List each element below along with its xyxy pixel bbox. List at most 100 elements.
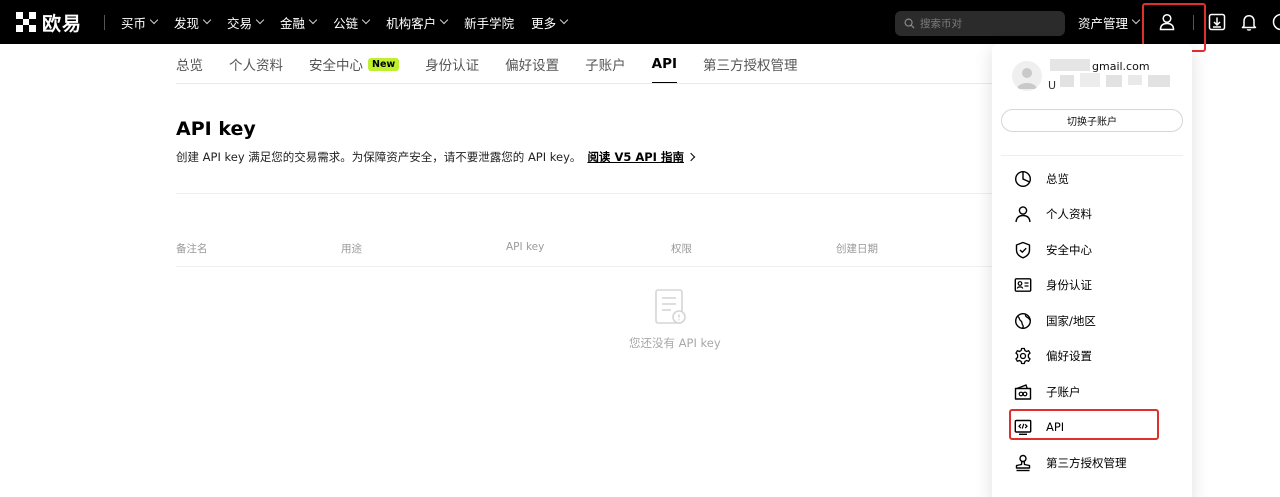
nav-item-academy[interactable]: 新手学院 [464,13,514,32]
stamp-icon [1014,454,1032,472]
tab-api[interactable]: API [651,44,678,84]
empty-document-icon [655,289,687,325]
chevron-down-icon [202,15,212,25]
blurred-uid [1080,73,1100,87]
nav-item-chain[interactable]: 公链 [333,13,371,32]
table-header-api-key: API key [506,241,545,253]
logo[interactable]: 欧易 [16,11,83,35]
api-guide-link[interactable]: 阅读 V5 API 指南 [587,149,684,165]
table-header-permissions: 权限 [671,243,692,255]
menu-item-preferences[interactable]: 偏好设置 [1014,346,1092,366]
chevron-right-icon [686,152,696,162]
menu-item-third-party-auth[interactable]: 第三方授权管理 [1014,453,1127,473]
chevron-down-icon [149,15,159,25]
tab-label: 子账户 [585,58,626,74]
tab-label: 安全中心 [309,58,363,74]
tab-profile[interactable]: 个人资料 [229,44,283,84]
nav-item-label: 公链 [333,15,359,31]
top-navbar: 欧易 买币 发现 交易 金融 公链 机构客户 新手学院 更多 资产管理 [0,0,1280,44]
nav-item-finance[interactable]: 金融 [280,13,318,32]
menu-item-country[interactable]: 国家/地区 [1014,311,1096,331]
menu-item-label: 偏好设置 [1046,349,1092,363]
menu-item-security[interactable]: 安全中心 [1014,240,1092,260]
user-icon [1014,205,1032,223]
bell-icon[interactable] [1239,12,1259,32]
chevron-down-icon [308,15,318,25]
id-card-icon [1014,276,1032,294]
menu-item-label: 安全中心 [1046,243,1092,257]
new-badge: New [368,57,400,71]
blurred-uid [1128,75,1142,85]
tab-preferences[interactable]: 偏好设置 [505,44,559,84]
dropdown-divider [1001,155,1183,156]
account-tabs: 总览 个人资料 安全中心 New 身份认证 偏好设置 子账户 API 第三方授权管… [176,44,824,84]
asset-management-label: 资产管理 [1078,15,1129,31]
default-avatar-icon [1017,68,1037,89]
menu-item-verification[interactable]: 身份认证 [1014,275,1092,295]
table-header-divider [176,266,1006,267]
nav-item-trade[interactable]: 交易 [227,13,265,32]
nav-menu: 买币 发现 交易 金融 公链 机构客户 新手学院 更多 [121,0,584,44]
avatar [1012,61,1042,91]
tab-label: 个人资料 [229,58,283,74]
globe-icon[interactable] [1271,12,1280,32]
asset-management-menu[interactable]: 资产管理 [1078,0,1141,44]
blurred-uid [1106,75,1122,87]
menu-item-overview[interactable]: 总览 [1014,169,1069,189]
menu-item-label: 身份认证 [1046,278,1092,292]
tab-third-party-auth[interactable]: 第三方授权管理 [703,44,798,84]
chevron-down-icon [1131,15,1141,25]
search-box[interactable] [895,11,1065,36]
page-description: 创建 API key 满足您的交易需求。为保障资产安全，请不要泄露您的 API … [176,149,696,165]
nav-item-more[interactable]: 更多 [531,13,569,32]
description-text: 创建 API key 满足您的交易需求。为保障资产安全，请不要泄露您的 API … [176,150,582,164]
chevron-down-icon [439,15,449,25]
nav-item-label: 发现 [174,15,200,31]
nav-item-buy[interactable]: 买币 [121,13,159,32]
nav-item-discover[interactable]: 发现 [174,13,212,32]
account-email: gmail.com [1092,60,1150,73]
table-header-created-date: 创建日期 [836,243,878,255]
nav-item-label: 买币 [121,15,147,31]
globe-icon [1014,312,1032,330]
menu-item-label: 国家/地区 [1046,314,1096,328]
menu-item-profile[interactable]: 个人资料 [1014,204,1092,224]
chevron-down-icon [559,15,569,25]
blurred-uid [1148,75,1170,87]
switch-subaccount-button[interactable]: 切换子账户 [1001,109,1183,132]
nav-item-label: 机构客户 [386,15,437,31]
tab-sub-accounts[interactable]: 子账户 [585,44,626,84]
highlight-api-item [1009,409,1159,440]
tab-label: API [651,56,678,72]
logo-text: 欧易 [42,12,83,35]
chevron-down-icon [255,15,265,25]
tab-label: 身份认证 [425,58,480,74]
menu-item-label: 第三方授权管理 [1046,456,1127,470]
nav-item-label: 交易 [227,15,253,31]
shield-check-icon [1014,241,1032,259]
page-title: API key [176,118,256,140]
tab-label: 第三方授权管理 [703,58,798,74]
okx-logo-icon [16,12,36,32]
account-uid: U [1048,79,1057,92]
tab-overview[interactable]: 总览 [176,44,203,84]
tab-label: 偏好设置 [505,58,560,74]
nav-item-label: 新手学院 [464,15,515,31]
menu-item-sub-accounts[interactable]: 子账户 [1014,382,1081,402]
menu-item-label: 总览 [1046,172,1069,186]
wallet-icon [1014,383,1032,401]
tabs-divider [176,83,1006,84]
empty-state-text: 您还没有 API key [629,336,721,350]
search-input[interactable] [920,17,1060,30]
nav-item-institutional[interactable]: 机构客户 [386,13,449,32]
nav-divider [104,15,105,30]
tab-security[interactable]: 安全中心 New [309,44,400,84]
menu-item-label: 子账户 [1046,385,1081,399]
menu-item-label: 个人资料 [1046,207,1092,221]
download-icon[interactable] [1207,12,1227,32]
content-divider [176,193,1006,194]
tab-verification[interactable]: 身份认证 [425,44,479,84]
nav-item-label: 金融 [280,15,306,31]
blurred-uid [1060,75,1074,87]
gear-icon [1014,347,1032,365]
